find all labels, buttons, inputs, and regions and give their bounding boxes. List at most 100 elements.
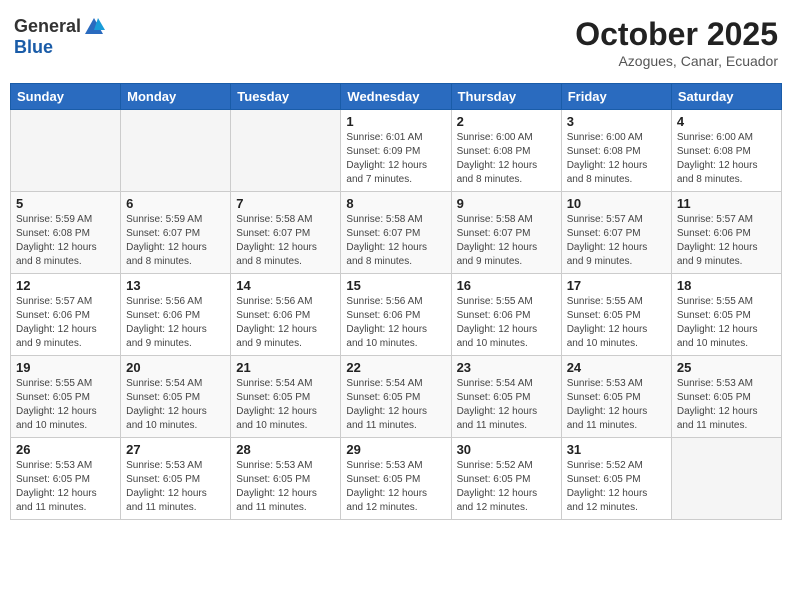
calendar-week-4: 19 Sunrise: 5:55 AM Sunset: 6:05 PM Dayli…: [11, 356, 782, 438]
day-number: 23: [457, 360, 556, 375]
calendar-cell: [121, 110, 231, 192]
weekday-header-friday: Friday: [561, 84, 671, 110]
logo-icon: [83, 16, 105, 38]
logo: General Blue: [14, 16, 105, 58]
calendar-cell: 9 Sunrise: 5:58 AM Sunset: 6:07 PM Daylig…: [451, 192, 561, 274]
calendar-cell: 23 Sunrise: 5:54 AM Sunset: 6:05 PM Dayli…: [451, 356, 561, 438]
day-info: Sunrise: 5:55 AM Sunset: 6:05 PM Dayligh…: [677, 295, 776, 351]
day-info: Sunrise: 5:55 AM Sunset: 6:06 PM Dayligh…: [457, 295, 556, 351]
weekday-header-wednesday: Wednesday: [341, 84, 451, 110]
calendar-cell: [11, 110, 121, 192]
day-info: Sunrise: 5:59 AM Sunset: 6:08 PM Dayligh…: [16, 213, 115, 269]
day-number: 25: [677, 360, 776, 375]
day-number: 28: [236, 442, 335, 457]
day-info: Sunrise: 5:59 AM Sunset: 6:07 PM Dayligh…: [126, 213, 225, 269]
calendar-cell: [671, 438, 781, 520]
day-info: Sunrise: 5:57 AM Sunset: 6:06 PM Dayligh…: [677, 213, 776, 269]
calendar-cell: 30 Sunrise: 5:52 AM Sunset: 6:05 PM Dayli…: [451, 438, 561, 520]
day-info: Sunrise: 6:00 AM Sunset: 6:08 PM Dayligh…: [567, 131, 666, 187]
calendar-cell: [231, 110, 341, 192]
calendar-week-3: 12 Sunrise: 5:57 AM Sunset: 6:06 PM Dayli…: [11, 274, 782, 356]
day-number: 26: [16, 442, 115, 457]
day-info: Sunrise: 5:57 AM Sunset: 6:06 PM Dayligh…: [16, 295, 115, 351]
calendar-cell: 24Sunrise: 5:53 AM Sunset: 6:05 PM Dayli…: [561, 356, 671, 438]
day-number: 2: [457, 114, 556, 129]
calendar-cell: 28 Sunrise: 5:53 AM Sunset: 6:05 PM Dayli…: [231, 438, 341, 520]
calendar-cell: 2 Sunrise: 6:00 AM Sunset: 6:08 PM Daylig…: [451, 110, 561, 192]
calendar-cell: 4Sunrise: 6:00 AM Sunset: 6:08 PM Daylig…: [671, 110, 781, 192]
day-number: 1: [346, 114, 445, 129]
location-text: Azogues, Canar, Ecuador: [575, 53, 778, 69]
logo-blue-text: Blue: [14, 37, 53, 57]
day-number: 6: [126, 196, 225, 211]
calendar-cell: 1 Sunrise: 6:01 AM Sunset: 6:09 PM Daylig…: [341, 110, 451, 192]
day-info: Sunrise: 5:58 AM Sunset: 6:07 PM Dayligh…: [346, 213, 445, 269]
day-number: 18: [677, 278, 776, 293]
calendar-cell: 3Sunrise: 6:00 AM Sunset: 6:08 PM Daylig…: [561, 110, 671, 192]
day-info: Sunrise: 5:54 AM Sunset: 6:05 PM Dayligh…: [236, 377, 335, 433]
day-info: Sunrise: 5:53 AM Sunset: 6:05 PM Dayligh…: [567, 377, 666, 433]
day-info: Sunrise: 5:54 AM Sunset: 6:05 PM Dayligh…: [126, 377, 225, 433]
title-section: October 2025 Azogues, Canar, Ecuador: [575, 16, 778, 69]
day-number: 7: [236, 196, 335, 211]
page-header: General Blue October 2025 Azogues, Canar…: [10, 10, 782, 75]
day-info: Sunrise: 5:53 AM Sunset: 6:05 PM Dayligh…: [677, 377, 776, 433]
day-number: 19: [16, 360, 115, 375]
month-title: October 2025: [575, 16, 778, 53]
calendar-cell: 5Sunrise: 5:59 AM Sunset: 6:08 PM Daylig…: [11, 192, 121, 274]
calendar-cell: 11Sunrise: 5:57 AM Sunset: 6:06 PM Dayli…: [671, 192, 781, 274]
weekday-header-monday: Monday: [121, 84, 231, 110]
calendar-cell: 31 Sunrise: 5:52 AM Sunset: 6:05 PM Dayli…: [561, 438, 671, 520]
day-info: Sunrise: 5:55 AM Sunset: 6:05 PM Dayligh…: [16, 377, 115, 433]
day-info: Sunrise: 5:53 AM Sunset: 6:05 PM Dayligh…: [236, 459, 335, 515]
day-number: 12: [16, 278, 115, 293]
day-info: Sunrise: 5:53 AM Sunset: 6:05 PM Dayligh…: [346, 459, 445, 515]
day-info: Sunrise: 5:56 AM Sunset: 6:06 PM Dayligh…: [236, 295, 335, 351]
day-number: 8: [346, 196, 445, 211]
calendar-cell: 29Sunrise: 5:53 AM Sunset: 6:05 PM Dayli…: [341, 438, 451, 520]
day-info: Sunrise: 5:54 AM Sunset: 6:05 PM Dayligh…: [346, 377, 445, 433]
logo-general-text: General: [14, 17, 81, 37]
calendar-cell: 27Sunrise: 5:53 AM Sunset: 6:05 PM Dayli…: [121, 438, 231, 520]
day-number: 10: [567, 196, 666, 211]
calendar-cell: 17 Sunrise: 5:55 AM Sunset: 6:05 PM Dayli…: [561, 274, 671, 356]
day-number: 13: [126, 278, 225, 293]
weekday-header-sunday: Sunday: [11, 84, 121, 110]
day-info: Sunrise: 5:52 AM Sunset: 6:05 PM Dayligh…: [457, 459, 556, 515]
day-info: Sunrise: 5:56 AM Sunset: 6:06 PM Dayligh…: [346, 295, 445, 351]
calendar-cell: 20 Sunrise: 5:54 AM Sunset: 6:05 PM Dayli…: [121, 356, 231, 438]
day-number: 14: [236, 278, 335, 293]
day-info: Sunrise: 5:57 AM Sunset: 6:07 PM Dayligh…: [567, 213, 666, 269]
day-info: Sunrise: 5:52 AM Sunset: 6:05 PM Dayligh…: [567, 459, 666, 515]
day-number: 20: [126, 360, 225, 375]
day-number: 4: [677, 114, 776, 129]
day-info: Sunrise: 6:00 AM Sunset: 6:08 PM Dayligh…: [457, 131, 556, 187]
calendar-cell: 21Sunrise: 5:54 AM Sunset: 6:05 PM Dayli…: [231, 356, 341, 438]
weekday-header-saturday: Saturday: [671, 84, 781, 110]
calendar-cell: 25 Sunrise: 5:53 AM Sunset: 6:05 PM Dayli…: [671, 356, 781, 438]
calendar-cell: 19 Sunrise: 5:55 AM Sunset: 6:05 PM Dayli…: [11, 356, 121, 438]
calendar-cell: 15 Sunrise: 5:56 AM Sunset: 6:06 PM Dayli…: [341, 274, 451, 356]
calendar-cell: 12 Sunrise: 5:57 AM Sunset: 6:06 PM Dayli…: [11, 274, 121, 356]
day-number: 30: [457, 442, 556, 457]
day-number: 9: [457, 196, 556, 211]
day-number: 22: [346, 360, 445, 375]
day-info: Sunrise: 5:58 AM Sunset: 6:07 PM Dayligh…: [236, 213, 335, 269]
day-number: 15: [346, 278, 445, 293]
day-info: Sunrise: 5:55 AM Sunset: 6:05 PM Dayligh…: [567, 295, 666, 351]
day-info: Sunrise: 5:54 AM Sunset: 6:05 PM Dayligh…: [457, 377, 556, 433]
calendar-cell: 7 Sunrise: 5:58 AM Sunset: 6:07 PM Daylig…: [231, 192, 341, 274]
calendar-cell: 14 Sunrise: 5:56 AM Sunset: 6:06 PM Dayli…: [231, 274, 341, 356]
calendar-week-5: 26 Sunrise: 5:53 AM Sunset: 6:05 PM Dayli…: [11, 438, 782, 520]
day-info: Sunrise: 5:53 AM Sunset: 6:05 PM Dayligh…: [16, 459, 115, 515]
calendar-cell: 8 Sunrise: 5:58 AM Sunset: 6:07 PM Daylig…: [341, 192, 451, 274]
calendar-cell: 16Sunrise: 5:55 AM Sunset: 6:06 PM Dayli…: [451, 274, 561, 356]
calendar-cell: 22 Sunrise: 5:54 AM Sunset: 6:05 PM Dayli…: [341, 356, 451, 438]
day-number: 27: [126, 442, 225, 457]
day-info: Sunrise: 5:58 AM Sunset: 6:07 PM Dayligh…: [457, 213, 556, 269]
day-number: 31: [567, 442, 666, 457]
day-info: Sunrise: 5:56 AM Sunset: 6:06 PM Dayligh…: [126, 295, 225, 351]
weekday-header-thursday: Thursday: [451, 84, 561, 110]
day-info: Sunrise: 6:01 AM Sunset: 6:09 PM Dayligh…: [346, 131, 445, 187]
day-number: 17: [567, 278, 666, 293]
